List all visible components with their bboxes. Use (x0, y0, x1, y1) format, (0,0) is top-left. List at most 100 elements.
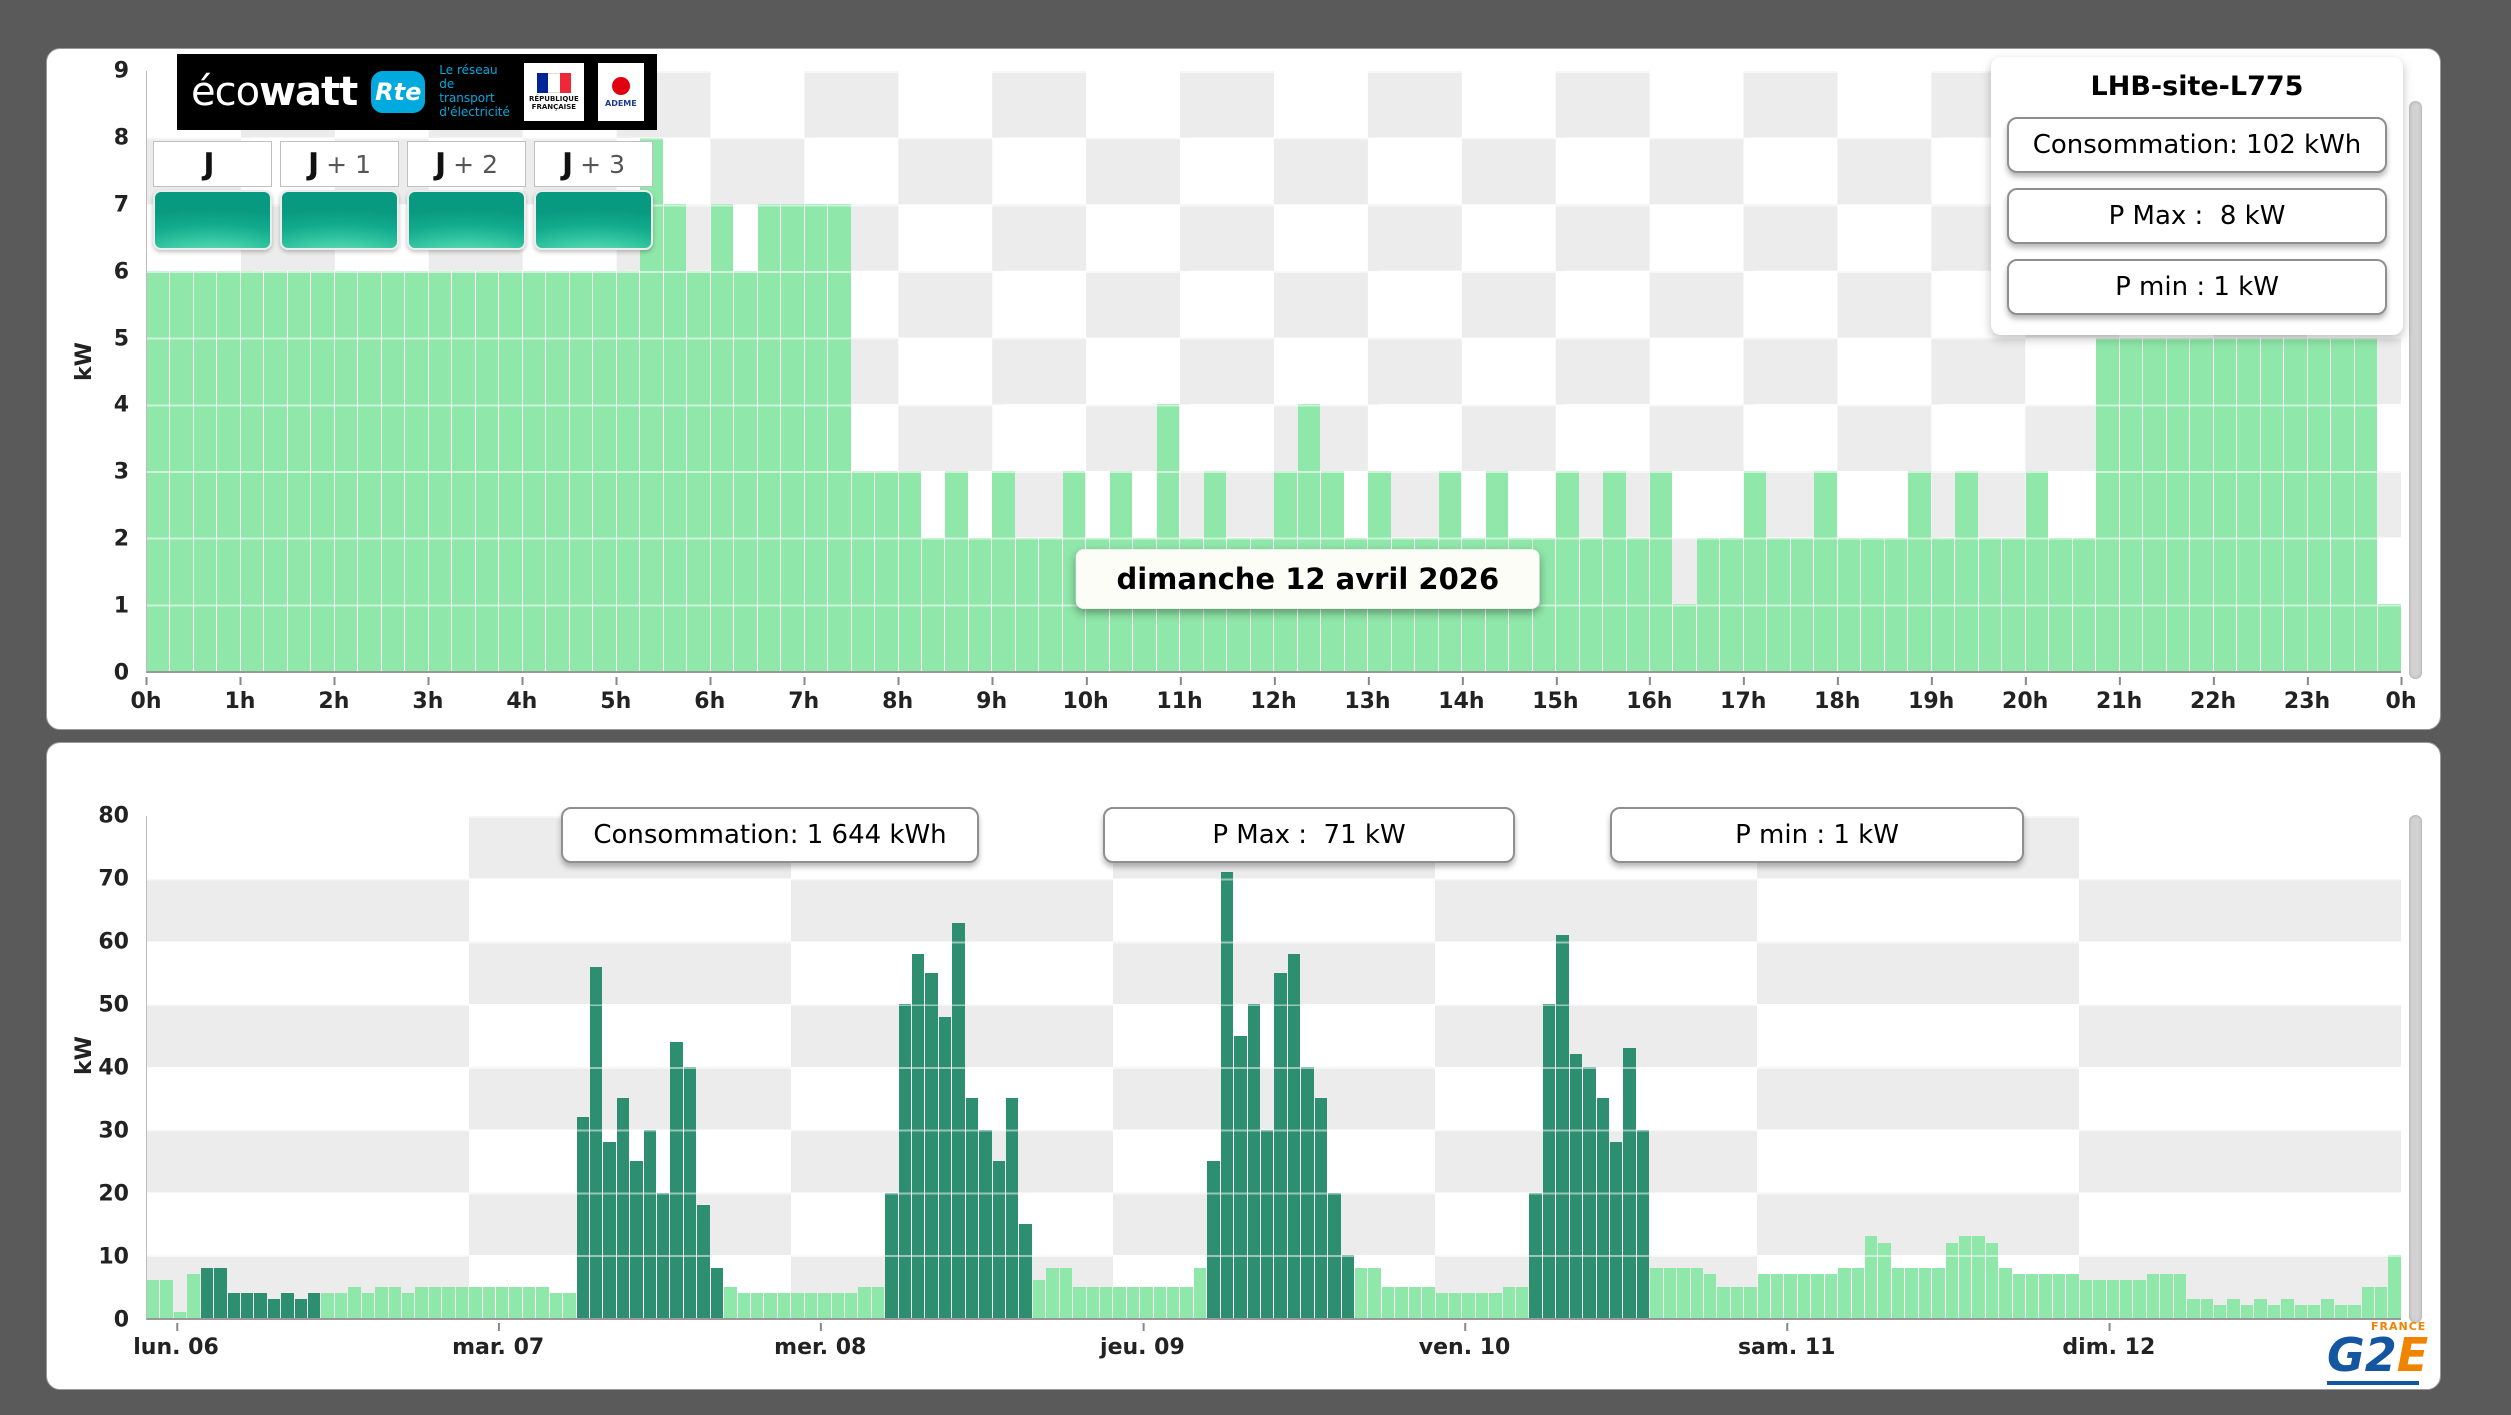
y-tick-label: 9 (113, 58, 129, 84)
bar (1908, 471, 1931, 671)
bar (2096, 337, 2119, 671)
bar (1220, 872, 1234, 1318)
bar (875, 471, 898, 671)
bar (630, 1161, 643, 1318)
rte-tagline: Le réseau de transport d'électricité (439, 63, 510, 119)
bar (1784, 1274, 1797, 1318)
bar (844, 1292, 858, 1318)
bar (1797, 1274, 1811, 1318)
y-tick-label: 0 (113, 1307, 129, 1333)
forecast-thumbnail-j2[interactable] (407, 190, 526, 250)
bar (1603, 471, 1626, 671)
bar (2307, 1305, 2321, 1318)
daily-y-axis: 0 1 2 3 4 5 6 7 8 9 (47, 59, 139, 686)
bar (2133, 1280, 2146, 1318)
bar (1945, 1242, 1958, 1318)
bar (2294, 1305, 2307, 1318)
tab-j2-label: J + 2 (407, 141, 526, 187)
bar (442, 1286, 455, 1318)
bar (1516, 1286, 1529, 1318)
y-tick-label: 50 (98, 992, 129, 1018)
bar (264, 271, 287, 671)
bar (536, 1286, 549, 1318)
tab-j1[interactable]: J + 1 (280, 141, 399, 250)
bar (1193, 1267, 1207, 1318)
bar (1287, 954, 1301, 1318)
daily-chart-scrollbar[interactable] (2409, 101, 2422, 679)
bar (563, 1292, 576, 1318)
bar (375, 1286, 388, 1318)
bar (1650, 471, 1673, 671)
x-tick-label: 8h (882, 677, 914, 714)
bar (968, 537, 992, 671)
bar (1696, 537, 1720, 671)
weekly-consumption-stat: Consommation: 1 644 kWh (561, 807, 979, 863)
bar (2260, 337, 2284, 671)
bar (522, 1286, 536, 1318)
daily-pmax-stat: P Max : 8 kW (2007, 188, 2387, 244)
bar (1153, 1286, 1167, 1318)
bar (1757, 1274, 1771, 1318)
bar (1918, 1267, 1932, 1318)
bar (1341, 1255, 1354, 1318)
bar (1677, 1267, 1690, 1318)
bar (724, 1286, 737, 1318)
bar (287, 271, 311, 671)
bar (499, 271, 522, 671)
bar (2254, 1299, 2267, 1318)
bar (912, 954, 925, 1318)
tab-j2[interactable]: J + 2 (407, 141, 526, 250)
bar (200, 1267, 214, 1318)
bar (1730, 1286, 1744, 1318)
bar (549, 1292, 563, 1318)
weekly-chart-scrollbar[interactable] (2409, 815, 2422, 1323)
x-tick-label: 5h (600, 677, 632, 714)
x-tick-label: 18h (1814, 677, 1861, 714)
tab-j3[interactable]: J + 3 (534, 141, 653, 250)
ecowatt-brand-text: écowatt (191, 69, 358, 115)
bar (2307, 337, 2331, 671)
bar (979, 1129, 992, 1318)
bar (2321, 1299, 2334, 1318)
bar (1720, 537, 1743, 671)
bar (965, 1098, 979, 1318)
bar (589, 966, 603, 1318)
bar (358, 271, 381, 671)
bar (1650, 1267, 1663, 1318)
y-tick-label: 5 (113, 326, 129, 352)
bar (1354, 1267, 1368, 1318)
bar (818, 1292, 831, 1318)
bar (1126, 1286, 1140, 1318)
bar (214, 1267, 227, 1318)
bar (240, 271, 264, 671)
bar (334, 1292, 348, 1318)
weekly-chart-panel: kW 0 10 20 30 40 50 60 70 80 lun. 06 mar. 07 mer. … (46, 742, 2441, 1390)
bar (697, 1205, 710, 1318)
x-tick-label: mar. 07 (452, 1323, 545, 1360)
bar (576, 1117, 589, 1318)
x-tick-label: 7h (788, 677, 820, 714)
forecast-thumbnail-j[interactable] (153, 190, 272, 250)
weekly-pmax-stat: P Max : 71 kW (1103, 807, 1515, 863)
x-tick-label: jeu. 09 (1100, 1323, 1185, 1360)
tab-j[interactable]: J (153, 141, 272, 250)
bar (1744, 1286, 1757, 1318)
bar (1180, 1286, 1193, 1318)
bar (1073, 1286, 1086, 1318)
bar (2119, 337, 2143, 671)
y-tick-label: 20 (98, 1181, 129, 1207)
forecast-thumbnail-j1[interactable] (280, 190, 399, 250)
bar (1703, 1274, 1717, 1318)
bar (945, 471, 968, 671)
bar (952, 922, 965, 1318)
x-tick-label: 3h (412, 677, 444, 714)
bar (1207, 1161, 1220, 1318)
forecast-thumbnail-j3[interactable] (534, 190, 653, 250)
bar (1261, 1129, 1274, 1318)
bar (1596, 1098, 1609, 1318)
bar (240, 1292, 254, 1318)
bar (1878, 1242, 1891, 1318)
bar (495, 1286, 509, 1318)
tab-j3-label: J + 3 (534, 141, 653, 187)
bar (2213, 337, 2237, 671)
